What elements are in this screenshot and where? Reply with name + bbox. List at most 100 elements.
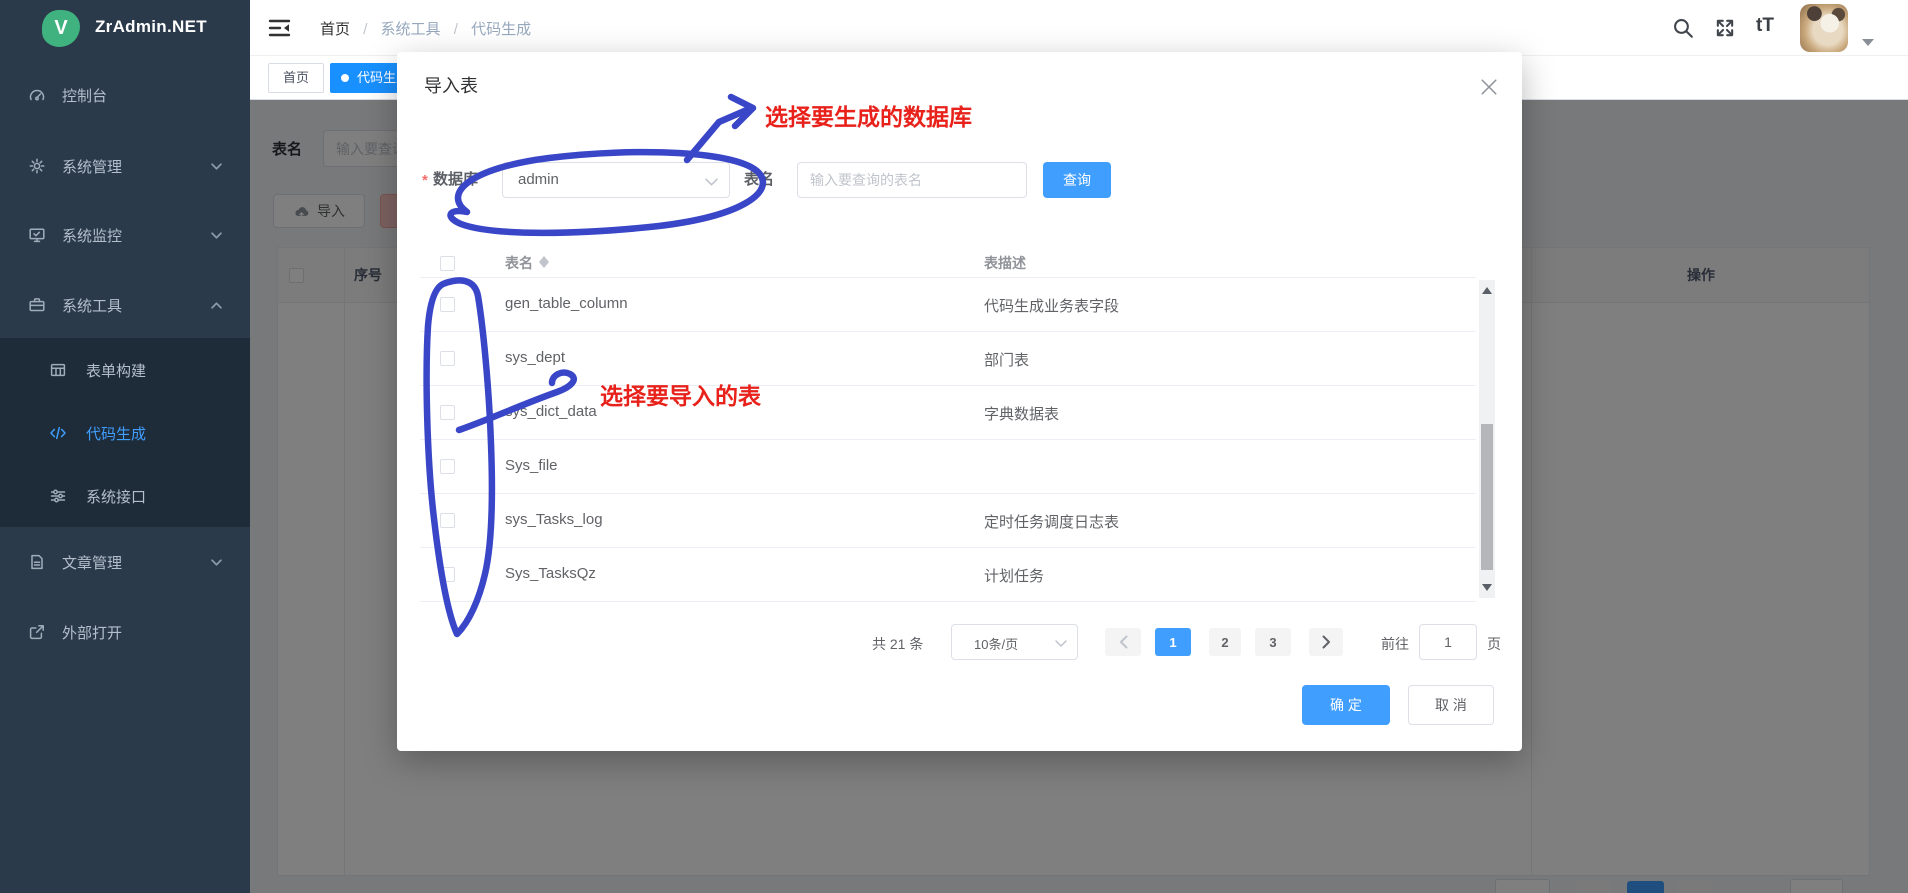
dashboard-icon (29, 89, 45, 101)
font-size-icon[interactable]: tT (1756, 15, 1774, 37)
row-checkbox[interactable] (440, 459, 455, 474)
avatar[interactable] (1800, 4, 1848, 52)
dialog-title: 导入表 (424, 76, 478, 96)
table-cell-name: Sys_TasksQz (505, 565, 596, 582)
sidebar-item-system-management[interactable]: 系统管理 (0, 138, 250, 194)
breadcrumb-home[interactable]: 首页 (320, 21, 350, 38)
row-checkbox[interactable] (440, 297, 455, 312)
sidebar-item-system-tools[interactable]: 系统工具 (0, 277, 250, 333)
pagination-total: 共 21 条 (872, 636, 924, 652)
chevron-right-icon (1322, 635, 1330, 649)
page-size-value: 10条/页 (974, 637, 1019, 652)
sidebar-item-label: 系统接口 (86, 489, 147, 506)
close-icon[interactable] (1480, 78, 1498, 96)
select-all-checkbox[interactable] (440, 256, 455, 271)
import-table-dialog: 导入表 * 数据库 admin 表名 查询 表名 表描述 gen_table_c… (397, 52, 1522, 751)
chevron-up-icon (211, 302, 222, 309)
top-navbar: 首页 / 系统工具 / 代码生成 tT (250, 0, 1908, 56)
table-cell-name: sys_dict_data (505, 403, 597, 420)
scroll-up-arrow[interactable] (1482, 287, 1492, 294)
tag-home[interactable]: 首页 (268, 63, 325, 93)
table-row[interactable]: Sys_TasksQz 计划任务 (420, 548, 1476, 602)
cancel-button[interactable]: 取 消 (1408, 685, 1494, 725)
sidebar-item-label: 外部打开 (62, 625, 123, 642)
prev-page-button[interactable] (1105, 628, 1141, 656)
sidebar-item-label: 表单构建 (86, 363, 147, 380)
table-row[interactable]: Sys_file (420, 440, 1476, 494)
menu-fold-icon[interactable] (268, 17, 291, 39)
search-icon[interactable] (1672, 17, 1694, 39)
system-tools-submenu: 表单构建 代码生成 系统接口 (0, 338, 250, 527)
fullscreen-icon[interactable] (1714, 17, 1736, 39)
table-cell-name: gen_table_column (505, 295, 628, 312)
table-row[interactable]: sys_Tasks_log 定时任务调度日志表 (420, 494, 1476, 548)
sidebar-item-label: 控制台 (62, 88, 108, 105)
sidebar-item-external-open[interactable]: 外部打开 (0, 604, 250, 660)
monitor-icon (29, 228, 45, 243)
sort-desc-icon[interactable] (539, 262, 549, 268)
sidebar-item-form-builder[interactable]: 表单构建 (0, 338, 250, 401)
sidebar-item-code-generation[interactable]: 代码生成 (0, 401, 250, 464)
table-grid-icon (50, 363, 66, 377)
sidebar-item-label: 系统监控 (62, 228, 123, 245)
desc-column-header: 表描述 (984, 255, 1026, 271)
annotation-database-note: 选择要生成的数据库 (765, 104, 972, 130)
document-icon (31, 554, 43, 570)
page-size-select[interactable]: 10条/页 (951, 624, 1078, 660)
chevron-down-icon (211, 163, 222, 170)
code-icon (50, 426, 66, 440)
sidebar-item-label: 系统工具 (62, 298, 123, 315)
sidebar-item-label: 系统管理 (62, 159, 123, 176)
marker-arrow-database (683, 105, 753, 164)
table-scrollbar[interactable] (1479, 280, 1495, 598)
goto-unit-label: 页 (1487, 636, 1501, 652)
row-checkbox[interactable] (440, 513, 455, 528)
database-select-value: admin (518, 171, 559, 188)
sidebar-item-system-api[interactable]: 系统接口 (0, 464, 250, 527)
table-row[interactable]: sys_dict_data 字典数据表 (420, 386, 1476, 440)
sidebar-item-article-management[interactable]: 文章管理 (0, 534, 250, 590)
table-cell-desc: 部门表 (984, 352, 1030, 369)
table-cell-name: sys_dept (505, 349, 566, 366)
row-checkbox[interactable] (440, 405, 455, 420)
database-label: 数据库 (433, 171, 479, 188)
chevron-down-icon (705, 178, 718, 186)
table-row[interactable]: gen_table_column 代码生成业务表字段 (420, 278, 1476, 332)
table-body: gen_table_column 代码生成业务表字段 sys_dept 部门表 … (420, 277, 1476, 602)
next-page-button[interactable] (1309, 628, 1343, 656)
app-screen: V ZrAdmin.NET 控制台 系统管理 系统监控 系统工具 表单构建 代码… (0, 0, 1908, 893)
avatar-caret-icon[interactable] (1862, 39, 1874, 46)
sidebar-item-dashboard[interactable]: 控制台 (0, 67, 250, 123)
page-button-3[interactable]: 3 (1255, 628, 1291, 656)
page-button-1[interactable]: 1 (1155, 628, 1191, 656)
chevron-down-icon (211, 559, 222, 566)
table-name-label: 表名 (744, 171, 775, 188)
row-checkbox[interactable] (440, 351, 455, 366)
breadcrumb-separator: / (363, 21, 368, 38)
table-cell-desc: 代码生成业务表字段 (984, 298, 1120, 315)
sidebar-item-label: 代码生成 (86, 426, 147, 443)
table-cell-desc: 计划任务 (984, 568, 1045, 585)
goto-page-input[interactable] (1419, 624, 1477, 660)
sliders-icon (50, 489, 66, 503)
table-name-input[interactable] (797, 162, 1027, 198)
name-column-header: 表名 (505, 249, 549, 277)
table-row[interactable]: sys_dept 部门表 (420, 332, 1476, 386)
sidebar-item-label: 文章管理 (62, 555, 123, 572)
breadcrumb-separator: / (453, 21, 458, 38)
brand[interactable]: V ZrAdmin.NET (0, 0, 250, 56)
brand-logo-icon: V (42, 10, 80, 47)
page-button-2[interactable]: 2 (1209, 628, 1241, 656)
scrollbar-thumb[interactable] (1481, 424, 1493, 570)
chevron-left-icon (1119, 635, 1127, 649)
annotation-table-note: 选择要导入的表 (600, 383, 761, 409)
sidebar-item-system-monitor[interactable]: 系统监控 (0, 207, 250, 263)
toolbox-icon (29, 298, 45, 312)
database-select[interactable]: admin (502, 162, 730, 198)
external-link-icon (29, 625, 44, 640)
search-button[interactable]: 查询 (1043, 162, 1111, 198)
chevron-down-icon (1055, 640, 1067, 647)
confirm-button[interactable]: 确 定 (1302, 685, 1390, 725)
row-checkbox[interactable] (440, 567, 455, 582)
scroll-down-arrow[interactable] (1482, 584, 1492, 591)
